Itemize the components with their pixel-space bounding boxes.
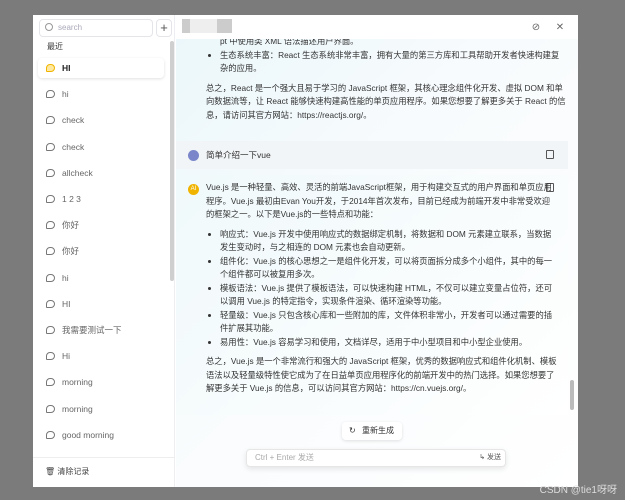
chat-bubble-icon: [46, 273, 55, 282]
chat-history-item[interactable]: check: [38, 110, 164, 130]
chat-bubble-icon: [46, 404, 55, 413]
chat-history-item[interactable]: hi: [38, 84, 164, 104]
user-message: 简单介绍一下vue: [176, 141, 568, 169]
new-chat-button[interactable]: +: [156, 19, 172, 37]
chat-history-item[interactable]: HI: [38, 58, 164, 78]
watermark: CSDN @tie1呀呀: [539, 485, 617, 496]
clear-history-button[interactable]: 🗑 清除记录: [33, 457, 174, 477]
chat-bubble-icon: [46, 90, 55, 99]
chat-history-item[interactable]: hi: [38, 268, 164, 288]
ai-message: AI Vue.js 是一种轻量、高效、灵活的前端JavaScript框架，用于构…: [176, 175, 568, 415]
chat-history-item[interactable]: morning: [38, 399, 164, 419]
chat-history-item[interactable]: Hi: [38, 346, 164, 366]
chat-history-item[interactable]: HI: [38, 294, 164, 314]
chat-scrollbar[interactable]: [570, 380, 574, 410]
chat-bubble-icon: [46, 64, 55, 72]
sidebar-scrollbar[interactable]: [170, 41, 174, 281]
sidebar: search + 最近 HI hi check check allcheck 1 2 3 你…: [33, 15, 175, 487]
chat-history-item[interactable]: morning: [38, 372, 164, 392]
trash-icon: 🗑: [45, 467, 56, 476]
section-label: 最近: [47, 42, 63, 51]
feature-bullet: 易用性：Vue.js 容易学习和使用，文档详尽，适用于中小型项目和中小型企业使用…: [220, 336, 558, 350]
chat-bubble-icon: [46, 326, 55, 334]
message-input[interactable]: Ctrl + Enter 发送 ↳ 发送: [246, 449, 506, 467]
chat-bubble-icon: [46, 247, 55, 256]
chat-history-item[interactable]: 你好: [38, 241, 164, 261]
close-button[interactable]: ✕: [551, 19, 569, 37]
chat-bubble-icon: [46, 168, 55, 177]
title-placeholder: [182, 19, 232, 33]
previous-answer: pt 中使用类 XML 语法描述用户界面。 生态系统丰富：React 生态系统非…: [206, 35, 566, 128]
chat-history-item[interactable]: good morning: [38, 425, 164, 445]
app-window: search + 最近 HI hi check check allcheck 1 2 3 你…: [33, 15, 578, 487]
pin-button[interactable]: ⊘: [527, 19, 545, 37]
chat-bubble-icon: [46, 142, 55, 151]
chat-bubble-icon: [46, 430, 55, 439]
chat-history-item[interactable]: check: [38, 137, 164, 157]
user-avatar: [188, 150, 199, 161]
chat-bubble-icon: [46, 378, 55, 387]
feature-bullet: 轻量级：Vue.js 只包含核心库和一些附加的库，文件体积非常小，开发者可以通过…: [220, 309, 558, 336]
chat-bubble-icon: [46, 195, 55, 203]
regenerate-button[interactable]: ↻ 重新生成: [342, 422, 402, 440]
chat-area: pt 中使用类 XML 语法描述用户界面。 生态系统丰富：React 生态系统非…: [176, 15, 578, 487]
ai-avatar: AI: [188, 184, 199, 195]
chat-history-item[interactable]: 1 2 3: [38, 189, 164, 209]
search-icon: [45, 23, 53, 31]
chat-bubble-icon: [46, 116, 55, 125]
copy-icon[interactable]: [546, 150, 554, 159]
chat-bubble-icon: [46, 221, 55, 230]
chat-history-item[interactable]: 你好: [38, 215, 164, 235]
feature-bullet: 模板语法：Vue.js 提供了模板语法，可以快速构建 HTML，不仅可以建立变量…: [220, 282, 558, 309]
feature-bullet: 响应式：Vue.js 开发中使用响应式的数据绑定机制，将数据和 DOM 元素建立…: [220, 228, 558, 255]
refresh-icon: ↻: [349, 426, 356, 435]
chat-history-item[interactable]: allcheck: [38, 163, 164, 183]
feature-bullet: 组件化：Vue.js 的核心思想之一是组件化开发，可以将页面拆分成多个小组件，其…: [220, 255, 558, 282]
search-input[interactable]: search: [39, 19, 153, 37]
header: ⊘ ✕: [176, 15, 578, 39]
chat-history-item[interactable]: 我需要测试一下: [38, 320, 164, 340]
chat-bubble-icon: [46, 352, 55, 361]
send-button[interactable]: ↳ 发送: [479, 450, 501, 466]
chat-bubble-icon: [46, 299, 55, 308]
